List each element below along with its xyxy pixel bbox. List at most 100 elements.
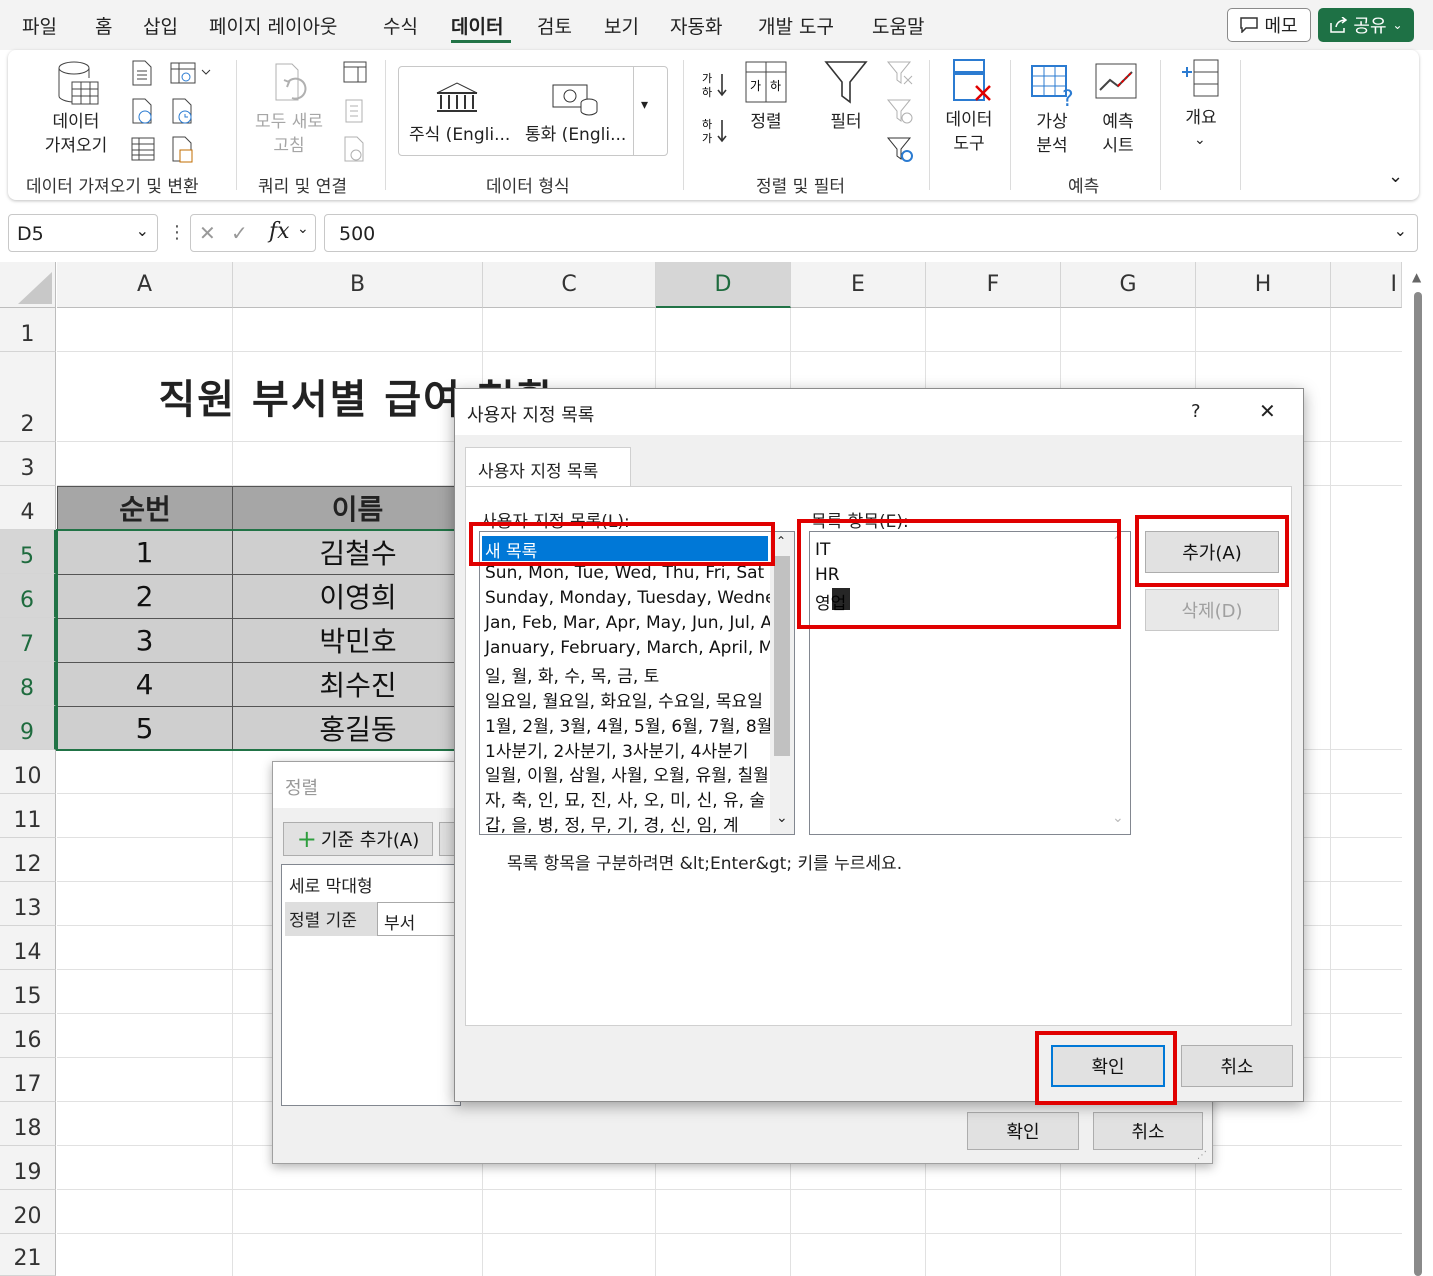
list-item[interactable]: 갑, 을, 병, 정, 무, 기, 경, 신, 임, 계 (485, 811, 739, 834)
tab-home[interactable]: 홈 (95, 12, 112, 39)
column-header-h[interactable]: H (1196, 262, 1331, 308)
list-item[interactable]: Sunday, Monday, Tuesday, Wednesday (485, 588, 794, 608)
row-header-6[interactable]: 6 (0, 574, 56, 618)
filter-button[interactable]: 필터 (818, 110, 874, 134)
row-header-15[interactable]: 15 (0, 970, 56, 1014)
list-item[interactable]: 일요일, 월요일, 화요일, 수요일, 목요일 (485, 687, 763, 712)
tab-help[interactable]: 도움말 (872, 12, 924, 39)
tab-page-layout[interactable]: 페이지 레이아웃 (209, 12, 337, 39)
comments-button[interactable]: 메모 (1227, 8, 1311, 42)
delete-button[interactable]: 삭제(D) (1145, 589, 1279, 631)
sort-button[interactable]: 정렬 (738, 110, 794, 134)
header-cell-name[interactable]: 이름 (232, 486, 483, 530)
row-header-20[interactable]: 20 (0, 1190, 56, 1234)
row-header-21[interactable]: 21 (0, 1234, 56, 1276)
row-header-10[interactable]: 10 (0, 750, 56, 794)
row-header-5[interactable]: 5 (0, 530, 56, 574)
stocks-button[interactable]: 주식 (Engli... (409, 123, 510, 147)
lists-scrollbar[interactable]: ⌃ ⌄ (770, 532, 794, 834)
scroll-up-icon[interactable]: ▲ (1412, 270, 1421, 284)
row-header-1[interactable]: 1 (0, 308, 56, 352)
scrollbar-thumb[interactable] (1414, 292, 1422, 1276)
svg-text:가: 가 (702, 132, 712, 145)
column-header-i[interactable]: I (1331, 262, 1402, 308)
list-item[interactable]: Sun, Mon, Tue, Wed, Thu, Fri, Sat (485, 563, 764, 583)
row-header-14[interactable]: 14 (0, 926, 56, 970)
scroll-down-icon[interactable]: ⌄ (1112, 810, 1124, 826)
header-cell-index[interactable]: 순번 (57, 486, 233, 530)
resize-grip-icon[interactable]: ⋰ (1197, 1150, 1207, 1161)
row-header-4[interactable]: 4 (0, 486, 56, 530)
add-level-button[interactable]: + 기준 추가(A) (283, 822, 433, 856)
forecast-sheet-button[interactable]: 예측 시트 (1090, 110, 1146, 158)
row-header-7[interactable]: 7 (0, 618, 56, 662)
what-if-button[interactable]: 가상 분석 (1024, 110, 1080, 158)
row-header-13[interactable]: 13 (0, 882, 56, 926)
tab-review[interactable]: 검토 (537, 12, 572, 39)
row-header-12[interactable]: 12 (0, 838, 56, 882)
share-button[interactable]: 공유 ⌄ (1318, 8, 1414, 42)
gallery-more-icon[interactable]: ▾ (641, 97, 648, 113)
row-header-18[interactable]: 18 (0, 1102, 56, 1146)
sort-cancel-button[interactable]: 취소 (1093, 1112, 1203, 1150)
column-header-f[interactable]: F (926, 262, 1061, 308)
outline-button[interactable]: 개요 (1176, 106, 1226, 130)
formula-input[interactable]: 500 ⌄ (324, 214, 1418, 252)
column-header-e[interactable]: E (791, 262, 926, 308)
row-header-17[interactable]: 17 (0, 1058, 56, 1102)
tab-insert[interactable]: 삽입 (143, 12, 178, 39)
tab-file[interactable]: 파일 (22, 12, 57, 39)
tab-data[interactable]: 데이터 (451, 12, 503, 39)
cancel-button[interactable]: 취소 (1181, 1045, 1293, 1087)
scroll-down-icon[interactable]: ⌄ (776, 810, 788, 826)
expand-formula-icon[interactable]: ⌄ (1394, 221, 1407, 240)
lists-scrollbar-thumb[interactable] (774, 556, 790, 756)
collapse-ribbon-icon[interactable]: ⌄ (1388, 166, 1403, 187)
enter-icon[interactable]: ✓ (231, 221, 248, 245)
data-tools-button[interactable]: 데이터 도구 (936, 108, 1002, 156)
close-icon[interactable]: ✕ (1259, 399, 1276, 423)
group-get-transform-label: 데이터 가져오기 및 변환 (26, 177, 199, 197)
row-header-3[interactable]: 3 (0, 442, 56, 486)
sort-by-select[interactable]: 부서 (377, 902, 461, 936)
list-item[interactable]: 1사분기, 2사분기, 3사분기, 4사분기 (485, 737, 748, 762)
row-header-9[interactable]: 9 (0, 706, 56, 750)
currency-button[interactable]: 통화 (Engli... (525, 123, 626, 147)
tab-automate[interactable]: 자동화 (670, 12, 722, 39)
group-separator (1240, 60, 1241, 190)
name-box[interactable]: D5 ⌄ (8, 214, 158, 252)
list-item[interactable]: 자, 축, 인, 묘, 진, 사, 오, 미, 신, 유, 술 (485, 786, 765, 811)
help-icon[interactable]: ? (1191, 401, 1201, 422)
refresh-all-button[interactable]: 모두 새로 고침 (244, 110, 334, 158)
tab-custom-lists[interactable]: 사용자 지정 목록 (465, 447, 631, 487)
insert-function-icon[interactable]: fx (269, 219, 290, 244)
selection-outline (56, 529, 484, 751)
tab-formulas[interactable]: 수식 (383, 12, 418, 39)
tab-developer[interactable]: 개발 도구 (758, 12, 834, 39)
row-header-11[interactable]: 11 (0, 794, 56, 838)
column-header-c[interactable]: C (483, 262, 656, 308)
row-header-2[interactable]: 2 (0, 352, 56, 442)
column-header-b[interactable]: B (233, 262, 483, 308)
list-item[interactable]: 일월, 이월, 삼월, 사월, 오월, 유월, 칠월 (485, 761, 769, 786)
sort-ok-button[interactable]: 확인 (967, 1112, 1079, 1150)
row-header-16[interactable]: 16 (0, 1014, 56, 1058)
column-header-g[interactable]: G (1061, 262, 1196, 308)
vertical-scrollbar[interactable]: ▲ (1402, 262, 1433, 1276)
list-item[interactable]: Jan, Feb, Mar, Apr, May, Jun, Jul, Aug (485, 613, 794, 633)
row-header-8[interactable]: 8 (0, 662, 56, 706)
row-header-19[interactable]: 19 (0, 1146, 56, 1190)
cancel-icon[interactable]: ✕ (199, 221, 216, 245)
list-item[interactable]: January, February, March, April, May (485, 638, 794, 658)
list-item[interactable]: 1월, 2월, 3월, 4월, 5월, 6월, 7월, 8월 (485, 712, 772, 737)
highlight-entries (797, 519, 1121, 629)
get-data-button[interactable]: 데이터 가져오기 (26, 110, 126, 158)
column-header-d[interactable]: D (656, 262, 791, 308)
list-item[interactable]: 일, 월, 화, 수, 목, 금, 토 (485, 662, 659, 687)
custom-lists-listbox[interactable]: 새 목록 Sun, Mon, Tue, Wed, Thu, Fri, Sat S… (479, 531, 795, 835)
add-level-label: 기준 추가(A) (320, 830, 420, 851)
column-header-a[interactable]: A (57, 262, 233, 308)
scroll-up-icon[interactable]: ⌃ (776, 534, 786, 548)
select-all-button[interactable] (0, 262, 56, 308)
tab-view[interactable]: 보기 (604, 12, 639, 39)
